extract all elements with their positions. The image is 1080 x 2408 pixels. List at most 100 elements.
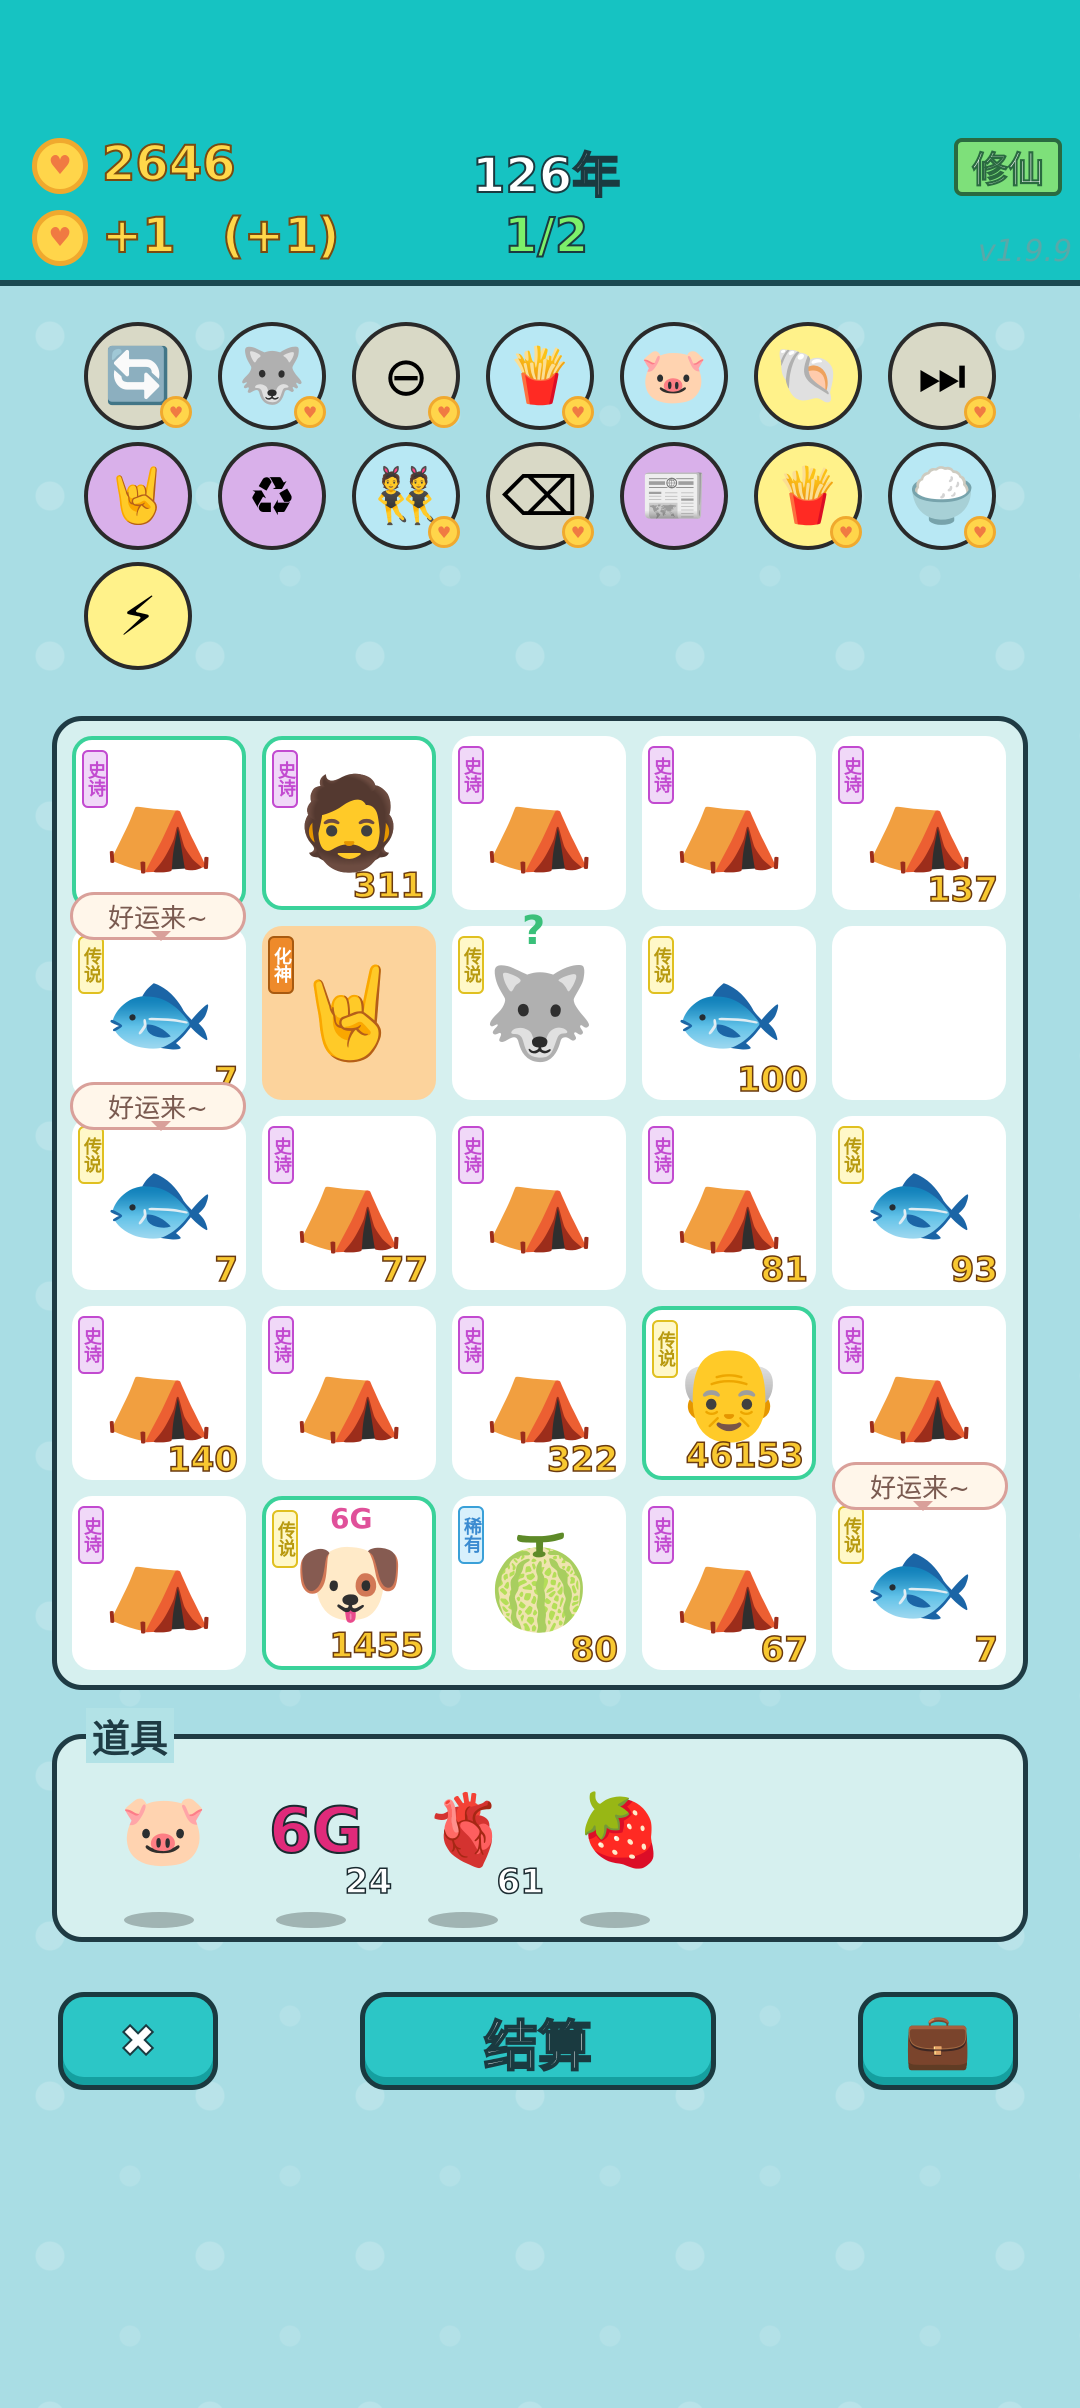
piggy-bank-item[interactable]: 🐷 xyxy=(104,1770,224,1928)
rice-bowl-relic[interactable]: 🍚 ♥ xyxy=(888,442,996,550)
rarity-tag: 传说 xyxy=(78,1126,104,1184)
heart-badge-icon: ♥ xyxy=(428,396,460,428)
fries-relic[interactable]: 🍟 ♥ xyxy=(486,322,594,430)
twins-relic[interactable]: 👯 ♥ xyxy=(352,442,460,550)
rarity-tag: 史诗 xyxy=(82,750,108,808)
tent-cell[interactable]: ⛺ 史诗 xyxy=(72,1496,246,1670)
minus-relic[interactable]: ⊖ ♥ xyxy=(352,322,460,430)
piggy-bank-relic[interactable]: 🐷 xyxy=(620,322,728,430)
lightning-relic[interactable]: ⚡ xyxy=(84,562,192,670)
liver-item[interactable]: 🫀 61 xyxy=(408,1770,545,1928)
symbol-count: 77 xyxy=(380,1249,429,1291)
symbol-count: 80 xyxy=(570,1629,619,1671)
rarity-tag: 史诗 xyxy=(272,750,298,808)
rarity-tag: 史诗 xyxy=(268,1126,294,1184)
tent-cell[interactable]: ⛺ 史诗 xyxy=(832,1306,1006,1480)
delete-icon: ⌫ xyxy=(501,464,579,528)
fries-relic[interactable]: 🍟 ♥ xyxy=(754,442,862,550)
rock-hand-cell[interactable]: 🤘 化神 xyxy=(262,926,436,1100)
year-label: 126年 xyxy=(471,147,621,205)
6g-item[interactable]: 6G 24 xyxy=(256,1770,393,1928)
husky-relic[interactable]: 🐺 ♥ xyxy=(218,322,326,430)
recycle-relic[interactable]: ♻ xyxy=(218,442,326,550)
tent-cell[interactable]: ⛺ 史诗 137 xyxy=(832,736,1006,911)
symbol-count: 311 xyxy=(352,865,424,907)
rarity-tag: 史诗 xyxy=(838,746,864,804)
rarity-tag: 史诗 xyxy=(648,746,674,804)
symbol-count: 322 xyxy=(546,1439,618,1481)
version-label: v1.9.9 xyxy=(978,234,1073,269)
income-coin-icon: ♥ xyxy=(32,210,88,266)
koi-cell[interactable]: 🐟 传说 100 xyxy=(642,926,816,1101)
coin-icon: ♥ xyxy=(32,138,88,194)
rarity-tag: 史诗 xyxy=(78,1506,104,1564)
rarity-tag: 稀有 xyxy=(458,1506,484,1564)
tent-cell[interactable]: ⛺ 史诗 xyxy=(452,736,626,910)
rarity-tag: 史诗 xyxy=(648,1126,674,1184)
cultivation-button[interactable]: 修仙 xyxy=(954,138,1062,196)
time-magazine-icon: 📰 xyxy=(640,464,708,527)
tent-cell[interactable]: ⛺ 史诗 xyxy=(642,736,816,910)
fries-icon: 🍟 xyxy=(774,464,842,527)
shell-relic[interactable]: 🐚 xyxy=(754,322,862,430)
tent-cell[interactable]: ⛺ 史诗 xyxy=(452,1116,626,1290)
heart-badge-icon: ♥ xyxy=(160,396,192,428)
symbol-count: 1455 xyxy=(329,1625,425,1667)
income-value: +1 xyxy=(101,207,177,265)
koi-cell[interactable]: 🐟 传说 7 xyxy=(72,1116,246,1291)
koi-cell[interactable]: 🐟 传说 7 xyxy=(832,1496,1006,1671)
tent-cell[interactable]: ⛺ 史诗 77 xyxy=(262,1116,436,1291)
rarity-tag: 史诗 xyxy=(648,1506,674,1564)
item-count: 61 xyxy=(496,1861,545,1903)
skip-relic[interactable]: ⏭ ♥ xyxy=(888,322,996,430)
rarity-tag: 史诗 xyxy=(838,1316,864,1374)
symbol-count: 100 xyxy=(736,1059,808,1101)
income-bonus: (+1) xyxy=(221,207,340,265)
rarity-tag: 传说 xyxy=(838,1126,864,1184)
symbol-count: 140 xyxy=(166,1439,238,1481)
bayberry-icon: 🍓 xyxy=(576,1788,664,1871)
delete-relic[interactable]: ⌫ ♥ xyxy=(486,442,594,550)
bag-button[interactable]: 💼 xyxy=(858,1992,1018,2090)
dog-cell[interactable]: 🐶 传说 6G 1455 xyxy=(262,1496,436,1670)
settle-button[interactable]: 结算 xyxy=(360,1992,716,2090)
speech-bubble: 好运来~ xyxy=(70,1082,246,1131)
time-magazine-relic[interactable]: 📰 xyxy=(620,442,728,550)
bayberry-item[interactable]: 🍓 xyxy=(560,1770,680,1928)
6g-icon: 6G xyxy=(268,1793,364,1868)
old-man-cell[interactable]: 👴 传说 46153 xyxy=(642,1306,816,1480)
rock-hand-relic[interactable]: 🤘 xyxy=(84,442,192,550)
rarity-tag: 史诗 xyxy=(458,1316,484,1374)
symbol-count: 137 xyxy=(926,869,998,911)
6g-badge: 6G xyxy=(330,1502,373,1535)
koi-cell[interactable]: 🐟 传说 93 xyxy=(832,1116,1006,1291)
face-cell[interactable]: 🧔 史诗 311 xyxy=(262,736,436,910)
tent-cell[interactable]: ⛺ 史诗 67 xyxy=(642,1496,816,1671)
symbol-count: 93 xyxy=(950,1249,999,1291)
tent-cell[interactable]: ⛺ 史诗 322 xyxy=(452,1306,626,1481)
rarity-tag: 传说 xyxy=(78,936,104,994)
bag-icon: 💼 xyxy=(904,2009,972,2072)
delete-button[interactable]: ✖ xyxy=(58,1992,218,2090)
coin-count: 2646 xyxy=(101,135,237,193)
rarity-tag: 传说 xyxy=(458,936,484,994)
koi-cell[interactable]: 🐟 传说 7 xyxy=(72,926,246,1101)
rarity-tag: 传说 xyxy=(648,936,674,994)
piggy-bank-icon: 🐷 xyxy=(120,1788,208,1871)
heart-badge-icon: ♥ xyxy=(294,396,326,428)
empty-cell[interactable] xyxy=(832,926,1006,1100)
tent-cell[interactable]: ⛺ 史诗 xyxy=(72,736,246,910)
rock-hand-icon: 🤘 xyxy=(104,464,172,527)
lightning-icon: ⚡ xyxy=(119,584,157,648)
delete-icon: ✖ xyxy=(119,2015,158,2068)
lychee-cell[interactable]: 🍈 稀有 80 xyxy=(452,1496,626,1671)
heart-badge-icon: ♥ xyxy=(428,516,460,548)
refresh-relic[interactable]: 🔄 ♥ xyxy=(84,322,192,430)
shell-icon: 🐚 xyxy=(774,344,842,407)
refresh-icon: 🔄 xyxy=(104,344,172,407)
heart-badge-icon: ♥ xyxy=(562,516,594,548)
item-shadow xyxy=(124,1912,194,1928)
tent-cell[interactable]: ⛺ 史诗 140 xyxy=(72,1306,246,1481)
tent-cell[interactable]: ⛺ 史诗 xyxy=(262,1306,436,1480)
tent-cell[interactable]: ⛺ 史诗 81 xyxy=(642,1116,816,1291)
